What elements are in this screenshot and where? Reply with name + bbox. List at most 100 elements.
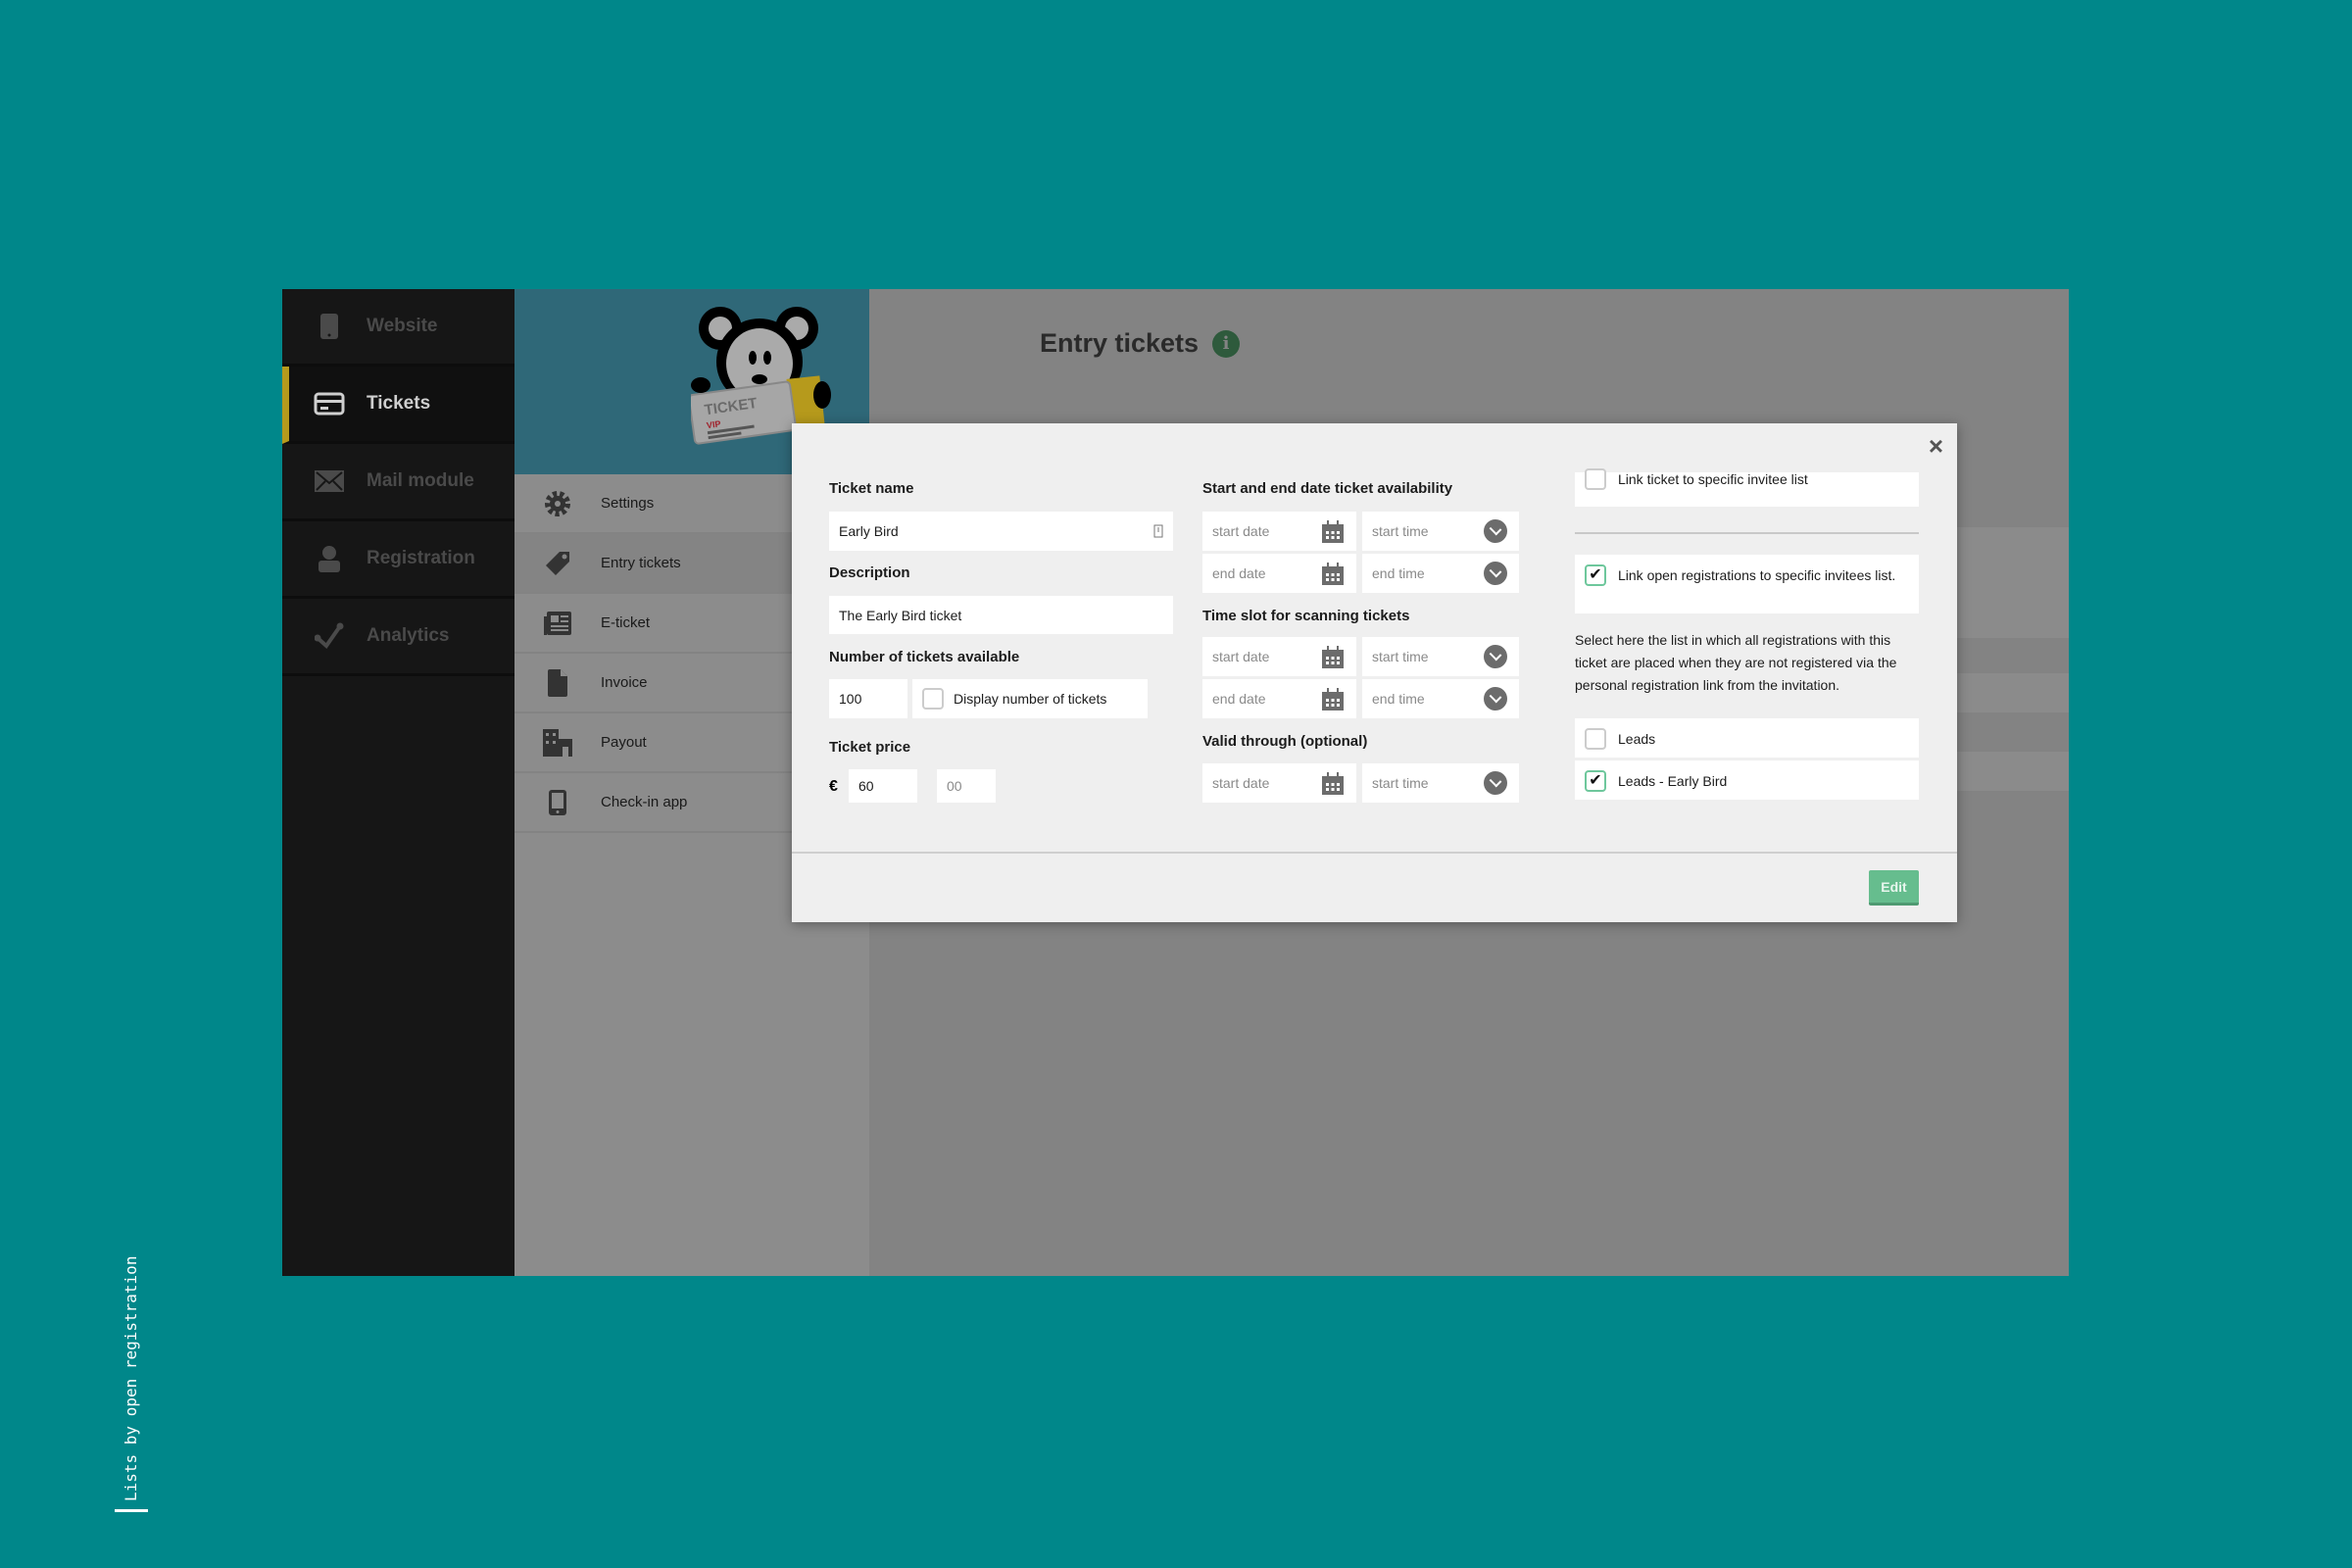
sidebar-item-analytics[interactable]: Analytics <box>282 599 514 676</box>
description-value: The Early Bird ticket <box>839 607 962 623</box>
list-option-leads[interactable]: Leads <box>1575 718 1919 758</box>
subnav-item-label: Settings <box>601 495 655 512</box>
caption: Lists by open registration <box>122 1255 140 1501</box>
currency-symbol: € <box>829 778 838 795</box>
page-title-text: Entry tickets <box>1040 328 1200 358</box>
date-placeholder: start date <box>1212 775 1270 791</box>
price-cents-placeholder: 00 <box>947 778 962 794</box>
price-whole-value: 60 <box>858 778 874 794</box>
sidebar-item-label: Website <box>367 316 438 336</box>
sidebar-item-registration[interactable]: Registration <box>282 521 514 599</box>
price-whole-input[interactable]: 60 <box>849 769 917 803</box>
display-number-label: Display number of tickets <box>954 691 1107 707</box>
subnav-item-label: Invoice <box>601 674 648 691</box>
link-invitee-checkbox[interactable] <box>1585 468 1606 490</box>
analytics-icon <box>312 621 347 651</box>
sidebar-item-label: Analytics <box>367 625 450 646</box>
user-icon <box>312 544 347 573</box>
time-input[interactable]: start time <box>1362 637 1519 676</box>
calendar-icon <box>1322 563 1344 585</box>
clock-icon <box>1484 519 1507 543</box>
subnav-item-label: E-ticket <box>601 614 651 631</box>
mail-icon <box>312 466 347 496</box>
text-field-icon <box>1153 524 1163 538</box>
link-invitee-label: Link ticket to specific invitee list <box>1618 471 1808 487</box>
page-title: Entry tickets i <box>1040 328 1241 359</box>
main-sidebar: Website Tickets Mail module Registration… <box>282 289 514 1276</box>
date-placeholder: end date <box>1212 691 1266 707</box>
footer-divider <box>792 852 1957 854</box>
list-checkbox[interactable] <box>1585 728 1606 750</box>
subnav-item-label: Check-in app <box>601 794 688 810</box>
ticket-name-input[interactable]: Early Bird <box>829 512 1173 551</box>
phone-icon <box>542 789 573 816</box>
phone-icon <box>312 312 347 341</box>
link-open-checkbox[interactable]: ✔ <box>1585 564 1606 586</box>
number-of-tickets-value: 100 <box>839 691 862 707</box>
calendar-icon <box>1322 646 1344 668</box>
number-of-tickets-input[interactable]: 100 <box>829 679 907 718</box>
time-placeholder: start time <box>1372 775 1429 791</box>
number-of-tickets-label: Number of tickets available <box>829 649 1020 665</box>
clock-icon <box>1484 687 1507 710</box>
edit-button[interactable]: Edit <box>1869 870 1919 906</box>
newspaper-icon <box>542 611 573 636</box>
display-number-checkbox-row[interactable]: Display number of tickets <box>912 679 1148 718</box>
link-open-option[interactable]: ✔ Link open registrations to specific inv… <box>1575 555 1919 613</box>
file-icon <box>542 668 573 697</box>
link-open-label: Link open registrations to specific invi… <box>1618 567 1896 583</box>
sidebar-item-website[interactable]: Website <box>282 289 514 367</box>
date-placeholder: end date <box>1212 565 1266 581</box>
ticket-name-label: Ticket name <box>829 480 914 497</box>
clock-icon <box>1484 771 1507 795</box>
date-input[interactable]: end date <box>1202 554 1356 593</box>
edit-ticket-modal: × Ticket name Early Bird Description The… <box>792 423 1957 922</box>
sidebar-item-label: Registration <box>367 548 475 568</box>
close-icon[interactable]: × <box>1929 431 1943 462</box>
time-input[interactable]: start time <box>1362 512 1519 551</box>
time-placeholder: start time <box>1372 523 1429 539</box>
help-text: Select here the list in which all regist… <box>1575 632 1897 693</box>
availability-label: Start and end date ticket availability <box>1202 480 1453 497</box>
list-label: Leads <box>1618 731 1656 747</box>
time-input[interactable]: end time <box>1362 679 1519 718</box>
divider <box>1575 532 1919 534</box>
building-icon <box>542 728 573 757</box>
description-input[interactable]: The Early Bird ticket <box>829 596 1173 634</box>
time-input[interactable]: start time <box>1362 763 1519 803</box>
time-placeholder: start time <box>1372 649 1429 664</box>
date-placeholder: start date <box>1212 523 1270 539</box>
subnav-item-label: Payout <box>601 734 647 751</box>
list-option-leads-early-bird[interactable]: ✔ Leads - Early Bird <box>1575 760 1919 800</box>
gear-icon <box>542 490 573 517</box>
link-invitee-option[interactable]: Link ticket to specific invitee list <box>1575 468 1919 507</box>
timeslot-label: Time slot for scanning tickets <box>1202 608 1410 624</box>
date-input[interactable]: start date <box>1202 763 1356 803</box>
info-icon[interactable]: i <box>1212 329 1241 358</box>
sidebar-item-label: Mail module <box>367 470 474 491</box>
list-checkbox[interactable]: ✔ <box>1585 770 1606 792</box>
ticket-card-icon <box>312 389 347 418</box>
subnav-item-label: Entry tickets <box>601 555 681 571</box>
date-input[interactable]: start date <box>1202 512 1356 551</box>
date-input[interactable]: end date <box>1202 679 1356 718</box>
caption-underline <box>115 1509 148 1512</box>
price-cents-input[interactable]: 00 <box>937 769 996 803</box>
calendar-icon <box>1322 772 1344 795</box>
calendar-icon <box>1322 688 1344 710</box>
sidebar-item-tickets[interactable]: Tickets <box>282 367 514 444</box>
valid-through-label: Valid through (optional) <box>1202 733 1368 750</box>
clock-icon <box>1484 562 1507 585</box>
display-number-checkbox[interactable] <box>922 688 944 710</box>
description-label: Description <box>829 564 910 581</box>
svg-text:VIP: VIP <box>706 418 721 430</box>
list-label: Leads - Early Bird <box>1618 773 1728 789</box>
time-placeholder: end time <box>1372 565 1425 581</box>
sidebar-item-label: Tickets <box>367 393 431 414</box>
time-placeholder: end time <box>1372 691 1425 707</box>
date-input[interactable]: start date <box>1202 637 1356 676</box>
ticket-name-value: Early Bird <box>839 523 899 539</box>
time-input[interactable]: end time <box>1362 554 1519 593</box>
date-placeholder: start date <box>1212 649 1270 664</box>
sidebar-item-mail-module[interactable]: Mail module <box>282 444 514 521</box>
